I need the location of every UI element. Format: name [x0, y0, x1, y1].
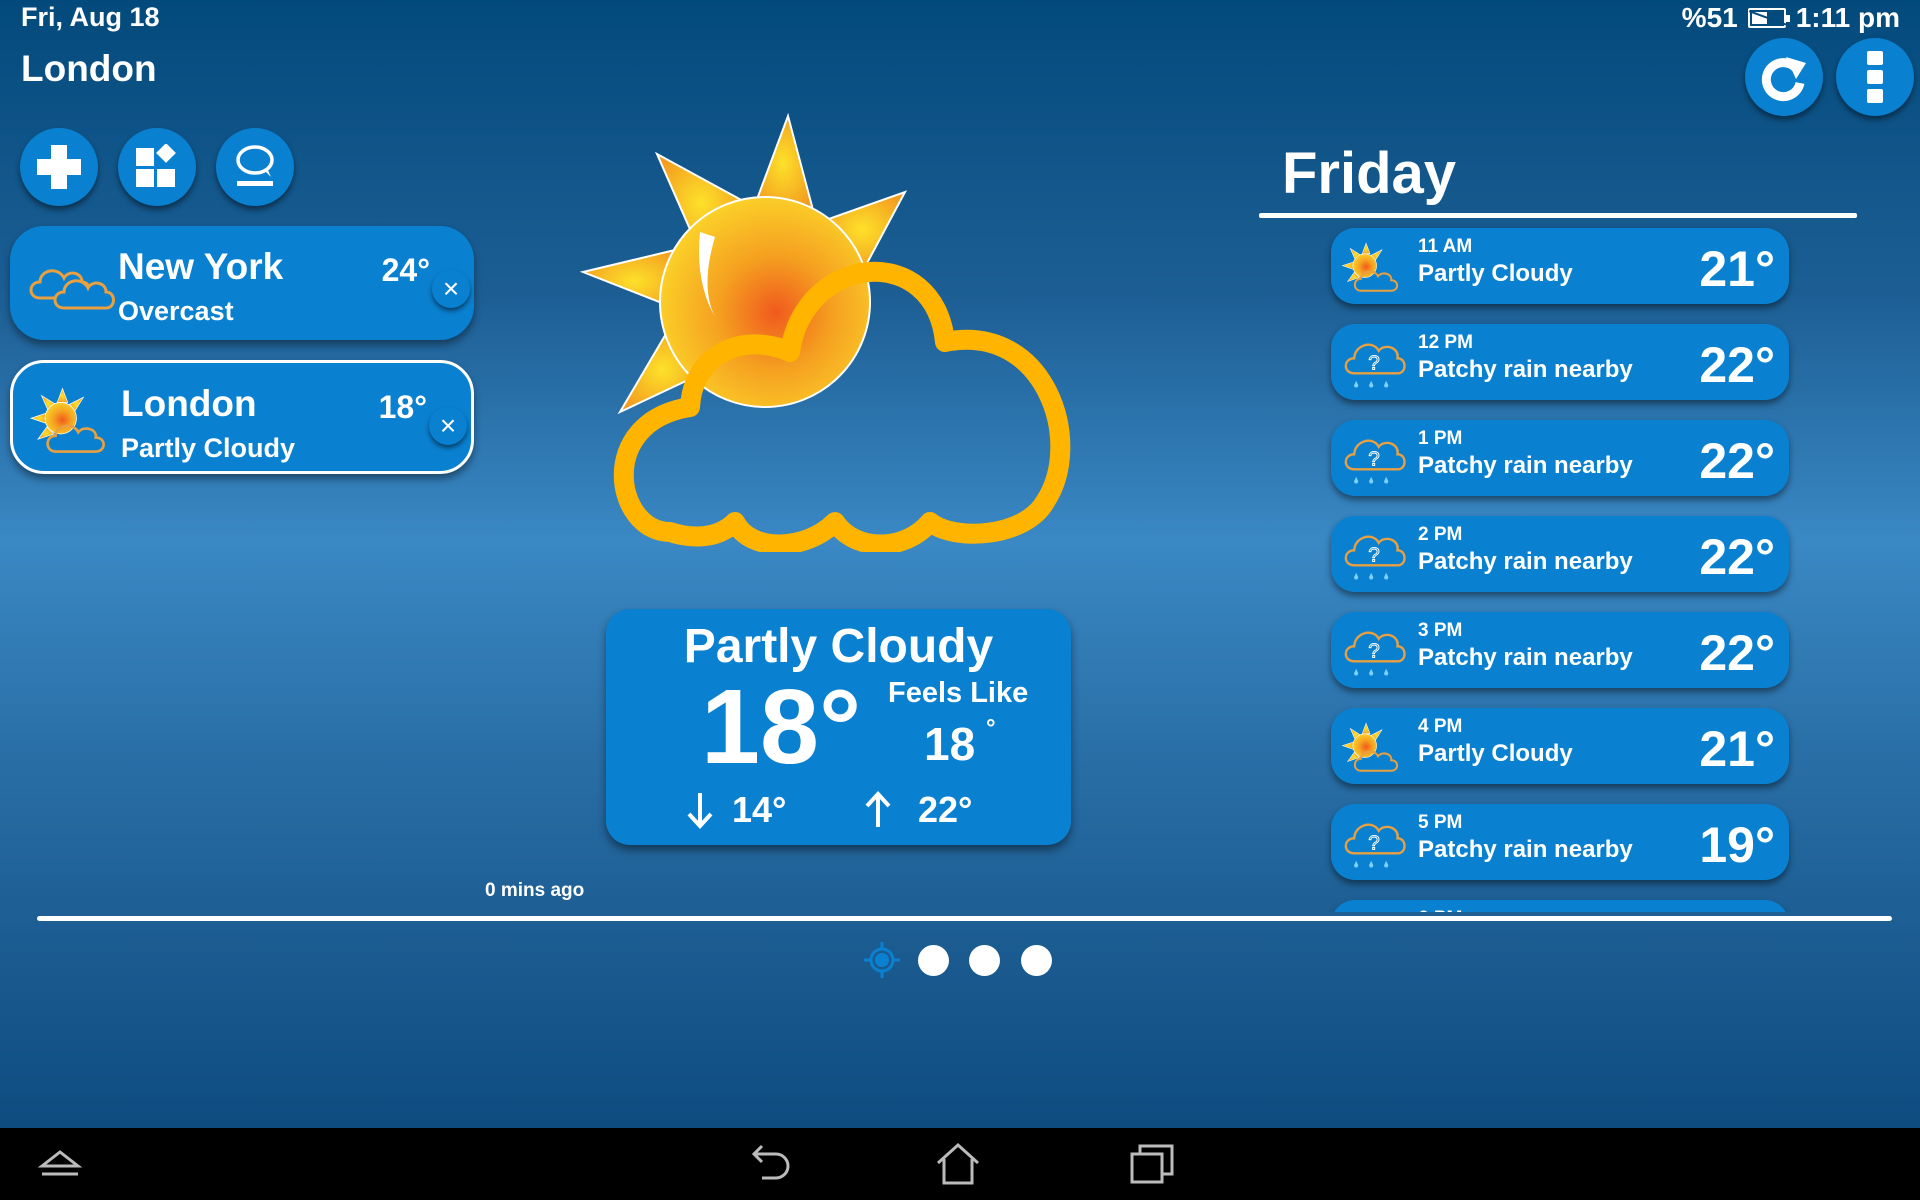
low-temp-value: 14°	[732, 789, 787, 830]
hourly-forecast-item[interactable]: 3 PM Patchy rain nearby 22°	[1331, 612, 1789, 688]
hour-condition: Patchy rain nearby	[1418, 836, 1633, 863]
hourly-forecast-item[interactable]: 4 PM Partly Cloudy 21°	[1331, 708, 1789, 784]
hour-time: 5 PM	[1418, 812, 1463, 833]
hourly-forecast-item[interactable]: 2 PM Patchy rain nearby 22°	[1331, 516, 1789, 592]
feels-like-value: 18	[924, 718, 976, 770]
hour-temp: 22°	[1699, 529, 1775, 585]
hour-time: 12 PM	[1418, 332, 1473, 353]
forecast-day-title: Friday	[1282, 141, 1457, 206]
battery-percent: %51	[1681, 2, 1738, 33]
patchy-rain-icon	[1341, 428, 1407, 490]
hide-keyboard-button[interactable]	[30, 1136, 90, 1192]
high-temp: 22°	[864, 789, 972, 831]
partly-cloudy-icon	[1341, 236, 1407, 298]
hourly-forecast-item[interactable]: 11 AM Partly Cloudy 21°	[1331, 228, 1789, 304]
current-condition: Partly Cloudy	[683, 620, 994, 673]
recent-apps-icon	[1130, 1144, 1174, 1184]
page-dot[interactable]	[1021, 945, 1052, 976]
widgets-icon	[136, 144, 176, 187]
arrow-down-icon	[687, 793, 713, 829]
last-updated: 0 mins ago	[485, 880, 585, 901]
add-location-button[interactable]	[20, 128, 98, 206]
hourly-forecast-list[interactable]: 11 AM Partly Cloudy 21° 12 PM Patchy rain ne…	[1320, 222, 1800, 912]
refresh-button[interactable]	[1745, 38, 1823, 116]
hour-condition: Patchy rain nearby	[1418, 452, 1633, 479]
hour-temp: 19°	[1699, 817, 1775, 873]
recent-apps-button[interactable]	[1122, 1136, 1182, 1192]
patchy-rain-icon	[1341, 812, 1407, 874]
hour-time: 3 PM	[1418, 620, 1463, 641]
status-bar-right: %51 1:11 pm	[1682, 2, 1900, 34]
partly-cloudy-icon	[23, 385, 123, 455]
back-button[interactable]	[740, 1136, 800, 1192]
low-temp: 14°	[686, 789, 786, 831]
location-card-london[interactable]: London Partly Cloudy 18° ×	[10, 360, 474, 474]
back-icon	[751, 1144, 790, 1180]
feels-like-label: Feels Like	[888, 677, 1029, 709]
close-icon: ×	[442, 273, 460, 304]
clock: 1:11 pm	[1795, 2, 1900, 33]
close-icon: ×	[439, 410, 457, 441]
speech-bubble-icon	[236, 145, 274, 186]
hour-condition: Partly Cloudy	[1418, 740, 1573, 767]
location-condition: Partly Cloudy	[121, 433, 296, 463]
location-temp: 18°	[378, 389, 427, 425]
feedback-button[interactable]	[216, 128, 294, 206]
remove-location-button[interactable]: ×	[432, 270, 470, 308]
current-conditions-panel: Partly Cloudy 18° Feels Like 18 ° 14° 22…	[606, 609, 1071, 845]
page-title: London	[21, 48, 157, 89]
forecast-day-underline	[1259, 213, 1857, 218]
overcast-icon	[20, 248, 120, 318]
hour-temp: 22°	[1699, 337, 1775, 393]
location-condition: Overcast	[118, 296, 234, 326]
location-name: London	[121, 383, 257, 424]
remove-location-button[interactable]: ×	[429, 407, 467, 445]
hour-temp: 21°	[1699, 241, 1775, 297]
feels-like-unit: °	[986, 715, 996, 742]
patchy-rain-icon	[1341, 332, 1407, 394]
widgets-button[interactable]	[118, 128, 196, 206]
hour-condition: Partly Cloudy	[1418, 260, 1573, 287]
hourly-forecast-item[interactable]: 1 PM Patchy rain nearby 22°	[1331, 420, 1789, 496]
partly-cloudy-icon	[579, 112, 1071, 552]
hour-temp: 22°	[1699, 625, 1775, 681]
patchy-rain-icon	[1341, 524, 1407, 586]
refresh-icon	[1761, 57, 1806, 102]
location-name: New York	[118, 246, 284, 287]
hour-time: 1 PM	[1418, 428, 1463, 449]
hour-time: 2 PM	[1418, 524, 1463, 545]
partly-cloudy-icon	[1341, 908, 1407, 912]
partly-cloudy-icon	[1341, 716, 1407, 778]
current-temp: 18°	[701, 668, 862, 786]
divider	[37, 916, 1892, 921]
overflow-menu-button[interactable]	[1836, 38, 1914, 116]
hour-condition: Patchy rain nearby	[1418, 356, 1633, 383]
hour-condition: Patchy rain nearby	[1418, 644, 1633, 671]
current-location-icon[interactable]	[862, 940, 902, 980]
page-dot[interactable]	[969, 945, 1000, 976]
location-temp: 24°	[381, 252, 430, 288]
patchy-rain-icon	[1341, 620, 1407, 682]
hour-temp: 21°	[1699, 721, 1775, 777]
hourly-forecast-item[interactable]: 6 PM	[1331, 900, 1789, 912]
hide-keyboard-icon	[38, 1150, 82, 1176]
high-temp-value: 22°	[918, 789, 973, 830]
battery-icon	[1747, 8, 1790, 28]
hourly-forecast-item[interactable]: 5 PM Patchy rain nearby 19°	[1331, 804, 1789, 880]
location-card-new-york[interactable]: New York Overcast 24° ×	[10, 226, 474, 340]
home-icon	[936, 1142, 980, 1185]
hour-time: 4 PM	[1418, 716, 1463, 737]
status-date: Fri, Aug 18	[21, 2, 160, 32]
overflow-menu-icon	[1867, 51, 1883, 103]
navigation-bar	[0, 1128, 1920, 1200]
hour-time: 6 PM	[1418, 908, 1462, 912]
home-button[interactable]	[928, 1136, 988, 1192]
page-dot[interactable]	[918, 945, 949, 976]
hour-time: 11 AM	[1418, 236, 1473, 257]
arrow-up-icon	[865, 791, 891, 827]
hourly-forecast-item[interactable]: 12 PM Patchy rain nearby 22°	[1331, 324, 1789, 400]
plus-icon	[37, 145, 81, 189]
hour-temp: 22°	[1699, 433, 1775, 489]
hour-condition: Patchy rain nearby	[1418, 548, 1633, 575]
